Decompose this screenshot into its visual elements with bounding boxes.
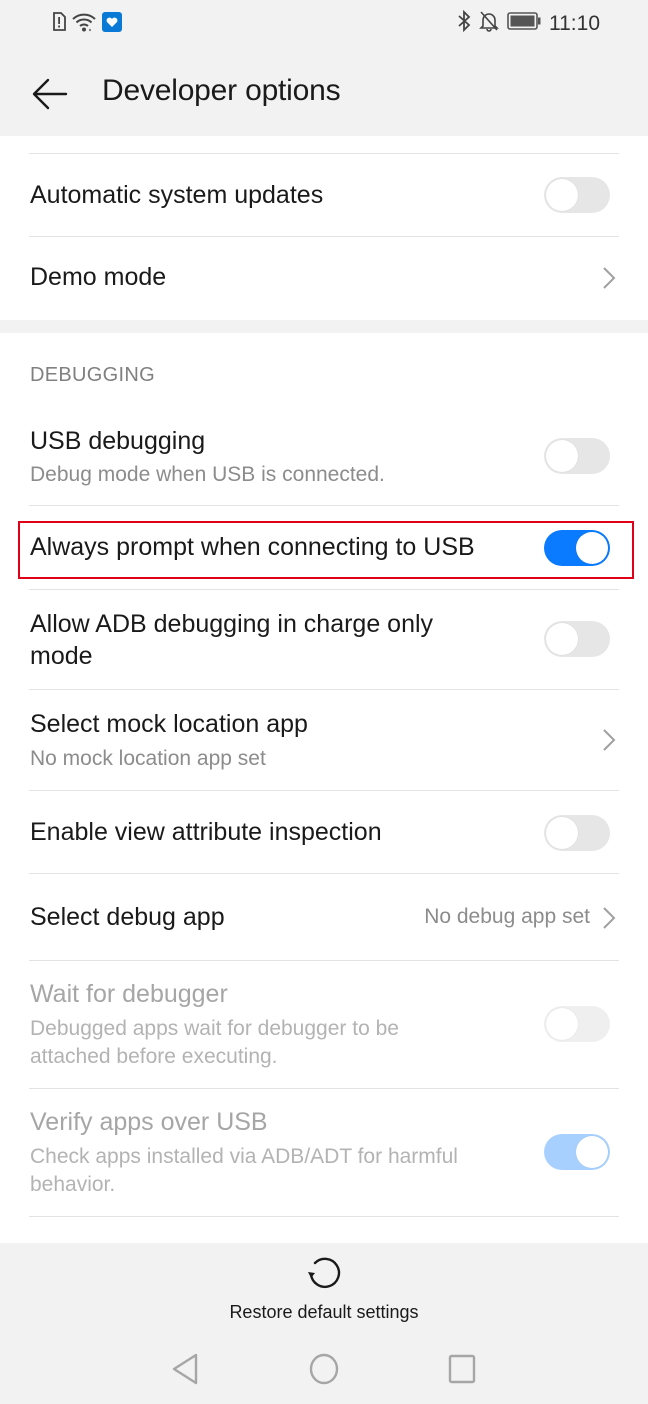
setting-title: Select mock location app (30, 710, 308, 738)
setting-select-debug-app[interactable]: Select debug app No debug app set (0, 874, 648, 960)
verify-apps-usb-toggle (544, 1134, 610, 1170)
bottom-action-bar: Restore default settings (0, 1243, 648, 1335)
setting-subtitle: Check apps installed via ADB/ADT for har… (30, 1145, 458, 1196)
bell-off-icon (479, 10, 499, 37)
nav-back-button[interactable] (166, 1351, 206, 1387)
setting-subtitle: No mock location app set (30, 747, 266, 770)
page-title: Developer options (102, 74, 341, 107)
sim-alert-icon (52, 12, 66, 37)
nav-recents-button[interactable] (442, 1351, 482, 1387)
setting-automatic-system-updates[interactable]: Automatic system updates (0, 154, 648, 237)
setting-title: Enable view attribute inspection (30, 818, 382, 846)
bluetooth-icon (457, 9, 471, 37)
setting-value: No debug app set (424, 905, 590, 928)
toggle-knob (546, 179, 578, 211)
section-header-debugging: DEBUGGING (30, 364, 155, 386)
setting-verify-apps-over-usb: Verify apps over USB Check apps installe… (0, 1089, 648, 1216)
system-nav-bar (0, 1335, 648, 1404)
wait-for-debugger-toggle (544, 1006, 610, 1042)
app-bar: Developer options (0, 48, 648, 136)
chevron-right-icon (603, 267, 616, 289)
setting-allow-adb-charge-only[interactable]: Allow ADB debugging in charge only mode (0, 590, 648, 690)
view-attribute-inspection-toggle[interactable] (544, 815, 610, 851)
toggle-knob (576, 1136, 608, 1168)
toggle-knob (546, 440, 578, 472)
nav-home-button[interactable] (304, 1351, 344, 1387)
chevron-right-icon (603, 729, 616, 751)
setting-wait-for-debugger: Wait for debugger Debugged apps wait for… (0, 961, 648, 1088)
toggle-knob (546, 817, 578, 849)
square-recents-icon (448, 1354, 476, 1384)
setting-title: Demo mode (30, 263, 167, 291)
debugging-section: DEBUGGING USB debugging Debug mode when … (0, 333, 648, 1243)
setting-view-attribute-inspection[interactable]: Enable view attribute inspection (0, 791, 648, 873)
setting-select-mock-location-app[interactable]: Select mock location app No mock locatio… (0, 690, 648, 790)
setting-demo-mode[interactable]: Demo mode (0, 237, 648, 320)
toggle-knob (546, 1008, 578, 1040)
toggle-knob (576, 532, 608, 564)
setting-always-prompt-usb[interactable]: Always prompt when connecting to USB (0, 506, 648, 589)
setting-subtitle: Debug mode when USB is connected. (30, 463, 385, 486)
toggle-knob (546, 623, 578, 655)
restore-icon (308, 1257, 341, 1289)
setting-subtitle: Debugged apps wait for debugger to be at… (30, 1017, 399, 1068)
back-button[interactable] (28, 72, 72, 116)
circle-home-icon (309, 1353, 339, 1385)
restore-label: Restore default settings (229, 1302, 419, 1322)
clock: 11:10 (549, 11, 600, 35)
battery-icon (507, 12, 541, 35)
setting-title: Always prompt when connecting to USB (30, 533, 475, 561)
app-notification-icon (102, 12, 122, 37)
automatic-updates-toggle[interactable] (544, 177, 610, 213)
usb-debugging-toggle[interactable] (544, 438, 610, 474)
setting-title: Select debug app (30, 903, 225, 931)
divider (29, 1216, 619, 1217)
setting-usb-debugging[interactable]: USB debugging Debug mode when USB is con… (0, 410, 648, 506)
adb-charge-only-toggle[interactable] (544, 621, 610, 657)
general-settings-card: Automatic system updates Demo mode (0, 136, 648, 320)
setting-title: Verify apps over USB (30, 1108, 268, 1136)
triangle-back-icon (172, 1353, 198, 1385)
restore-default-settings-button[interactable]: Restore default settings (200, 1255, 448, 1335)
always-prompt-usb-toggle[interactable] (544, 530, 610, 566)
setting-title: Allow ADB debugging in charge only mode (30, 610, 434, 670)
status-bar: 11:10 (0, 0, 648, 48)
setting-title: USB debugging (30, 427, 206, 455)
setting-title: Wait for debugger (30, 980, 228, 1008)
chevron-right-icon (603, 907, 616, 929)
arrow-left-icon (32, 78, 68, 110)
setting-title: Automatic system updates (30, 181, 324, 209)
wifi-icon (72, 12, 96, 37)
